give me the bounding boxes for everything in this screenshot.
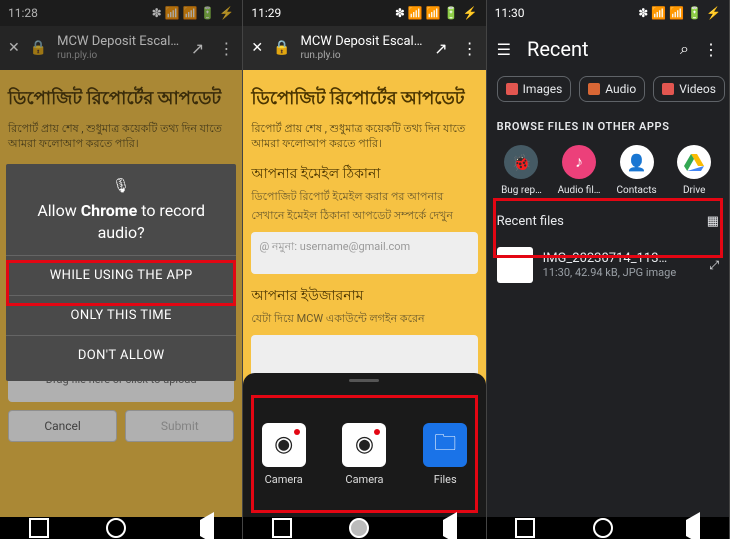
status-extra: ⚡ <box>463 6 478 20</box>
close-icon[interactable]: ✕ <box>251 40 263 56</box>
chip-videos[interactable]: Videos <box>653 76 725 102</box>
back-button[interactable] <box>670 512 700 539</box>
screen-permission: 11:28 ✽ 📶 📶 🔋⚡ ✕ 🔒 MCW Deposit Escalati…… <box>0 0 243 539</box>
overflow-icon[interactable]: ⋮ <box>703 40 719 59</box>
picker-title: Recent <box>527 37 680 61</box>
perm-dont-allow[interactable]: DON'T ALLOW <box>6 335 236 375</box>
sheet-handle[interactable] <box>349 379 379 382</box>
username-label: আপনার ইউজারনাম <box>251 284 477 308</box>
username-input[interactable] <box>251 335 477 377</box>
home-button[interactable] <box>106 518 126 538</box>
android-nav <box>487 517 729 539</box>
file-meta: 11:30, 42.94 kB, JPG image <box>543 266 700 279</box>
filter-chips: Images Audio Videos <box>487 72 729 106</box>
music-icon: ♪ <box>562 145 596 179</box>
app-drive[interactable]: Drive <box>669 145 719 196</box>
app-contacts[interactable]: 👤Contacts <box>612 145 662 196</box>
browse-header: BROWSE FILES IN OTHER APPS <box>487 106 729 141</box>
android-nav <box>0 517 242 539</box>
menu-icon[interactable]: ☰ <box>497 40 511 59</box>
share-icon[interactable]: ↗ <box>434 39 447 58</box>
status-icons: ✽ 📶 📶 🔋 <box>638 6 702 20</box>
home-button[interactable] <box>593 518 613 538</box>
drive-icon <box>677 145 711 179</box>
screen-picker: 11:29 ✽ 📶 📶 🔋 ⚡ ✕ 🔒 MCW Deposit Escalati…… <box>243 0 486 539</box>
status-bar: 11:30 ✽ 📶 📶 🔋 ⚡ <box>487 0 729 26</box>
clock: 11:29 <box>251 6 281 20</box>
person-icon: 👤 <box>620 145 654 179</box>
bug-icon: 🐞 <box>504 145 538 179</box>
expand-icon[interactable]: ⤢ <box>709 258 719 273</box>
app-grid: 🐞Bug rep… ♪Audio fil… 👤Contacts Drive <box>487 141 729 206</box>
clock: 11:30 <box>495 6 525 20</box>
status-extra: ⚡ <box>706 6 721 20</box>
picker-toolbar: ☰ Recent ⌕ ⋮ <box>487 26 729 72</box>
search-icon[interactable]: ⌕ <box>680 39 689 59</box>
page-url: run.ply.io <box>301 50 425 62</box>
recents-button[interactable] <box>515 518 535 538</box>
email-help: ডিপোজিট রিপোর্ট ইমেইল করার পর আপনার সেখা… <box>251 188 477 226</box>
android-nav <box>243 517 485 539</box>
form-heading: ডিপোজিট রিপোর্টের আপডেট <box>251 84 477 115</box>
annotation-highlight <box>251 395 477 513</box>
recents-button[interactable] <box>272 518 292 538</box>
back-button[interactable] <box>184 512 214 539</box>
lock-icon: 🔒 <box>273 40 290 56</box>
browser-titlebar: ✕ 🔒 MCW Deposit Escalati… run.ply.io ↗ ⋮ <box>243 26 485 70</box>
status-icons: ✽ 📶 📶 🔋 <box>395 6 459 20</box>
back-button[interactable] <box>427 512 457 539</box>
email-input[interactable]: @ নমুনা: username@gmail.com <box>251 232 477 274</box>
overflow-icon[interactable]: ⋮ <box>462 39 478 58</box>
page-title: MCW Deposit Escalati… <box>301 34 425 50</box>
chip-audio[interactable]: Audio <box>579 76 645 102</box>
email-label: আপনার ইমেইল ঠিকানা <box>251 162 477 186</box>
form-sub: রিপোর্ট প্রায় শেষ , শুধুমাত্র কয়েকটি ত… <box>251 121 477 152</box>
recents-button[interactable] <box>29 518 49 538</box>
annotation-highlight <box>493 198 723 258</box>
annotation-highlight <box>6 260 236 306</box>
app-audio-files[interactable]: ♪Audio fil… <box>554 145 604 196</box>
microphone-icon: 🎙 <box>6 178 236 194</box>
app-bug-report[interactable]: 🐞Bug rep… <box>496 145 546 196</box>
image-icon <box>506 83 518 95</box>
status-bar: 11:29 ✽ 📶 📶 🔋 ⚡ <box>243 0 485 26</box>
home-button[interactable] <box>349 518 369 538</box>
chip-images[interactable]: Images <box>497 76 572 102</box>
video-icon <box>662 83 674 95</box>
audio-icon <box>588 83 600 95</box>
username-help: যেটা দিয়ে MCW একাউন্টে লগইন করেন <box>251 310 477 329</box>
screen-file-picker: 11:30 ✽ 📶 📶 🔋 ⚡ ☰ Recent ⌕ ⋮ Images Audio… <box>487 0 730 539</box>
permission-message: Allow Chrome to record audio? <box>6 200 236 245</box>
